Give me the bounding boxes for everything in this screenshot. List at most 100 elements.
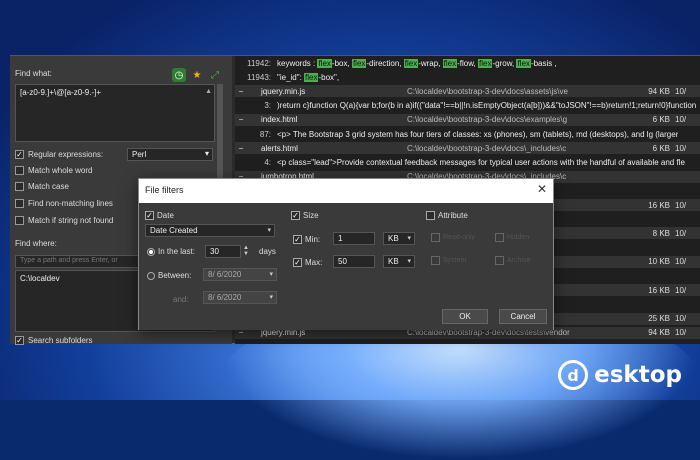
result-file-size: 10 KB: [648, 257, 670, 267]
result-file-date: 10/: [675, 86, 687, 96]
file-filters-dialog: File filters ✕ ✓ Date Date Created ▾ In …: [138, 178, 554, 330]
between-to-date[interactable]: 8/ 6/2020 ▾: [203, 291, 277, 304]
expand-icon[interactable]: ⤢: [208, 68, 222, 82]
max-checkbox[interactable]: ✓: [293, 258, 302, 267]
checkbox[interactable]: ✓: [15, 336, 24, 345]
result-match-row[interactable]: 11942: keywords : flex-box, flex-directio…: [235, 57, 700, 69]
result-file-size: 8 KB: [652, 228, 670, 238]
date-checkbox[interactable]: ✓: [145, 211, 154, 220]
attribute-system[interactable]: System: [431, 256, 466, 265]
size-label: Size: [303, 211, 319, 220]
min-unit-select[interactable]: KB ▾: [383, 232, 415, 245]
result-match-row[interactable]: 11943: "ie_id": flex-box",: [235, 71, 700, 83]
collapse-icon[interactable]: −: [235, 87, 247, 96]
dialog-body: ✓ Date Date Created ▾ In the last: 30 ▲ ▼…: [139, 203, 553, 330]
favorite-star-icon[interactable]: ★: [190, 68, 204, 82]
result-file-row[interactable]: − alerts.html C:\localdev\bootstrap-3-dev\…: [235, 142, 700, 155]
find-toolbar: ◷ ★ ⤢: [172, 68, 222, 82]
result-file-row[interactable]: − jquery.min.js C:\localdev\bootstrap-3-de…: [235, 85, 700, 98]
dialog-title: File filters: [145, 185, 184, 195]
result-file-size: 94 KB: [648, 328, 670, 338]
result-file-name: alerts.html: [261, 143, 298, 153]
size-filter-toggle[interactable]: ✓ Size: [291, 211, 319, 220]
checkbox[interactable]: [15, 182, 24, 191]
regex-engine-value: Perl: [132, 150, 147, 159]
in-last-unit: days: [259, 247, 276, 256]
between-from-date[interactable]: 8/ 6/2020 ▾: [203, 268, 277, 281]
result-file-name: index.html: [261, 115, 298, 125]
result-line-number: 4:: [264, 157, 271, 167]
checkbox[interactable]: [15, 199, 24, 208]
result-match-row[interactable]: 87: <p> The Bootstrap 3 grid system has f…: [235, 128, 700, 140]
search-subfolders-label: Search subfolders: [28, 336, 93, 345]
result-file-size: 25 KB: [648, 314, 670, 324]
date-type-value: Date Created: [150, 226, 198, 235]
max-size-toggle[interactable]: ✓ Max:: [293, 258, 322, 267]
date-type-select[interactable]: Date Created ▾: [145, 224, 275, 237]
search-subfolders-option[interactable]: ✓ Search subfolders: [15, 336, 92, 345]
regex-engine-select[interactable]: Perl ▾: [127, 148, 213, 161]
cancel-button[interactable]: Cancel: [499, 309, 547, 324]
checkbox[interactable]: [431, 233, 440, 242]
in-last-label: In the last:: [158, 247, 195, 256]
watermark-emblem: d: [558, 360, 589, 390]
radio-selected[interactable]: [147, 247, 155, 256]
min-size-input[interactable]: 1: [333, 232, 375, 245]
close-icon[interactable]: ✕: [537, 182, 547, 196]
collapse-icon[interactable]: −: [235, 115, 247, 124]
search-option-label: Match if string not found: [28, 216, 114, 225]
attribute-archive[interactable]: Archive: [495, 256, 530, 265]
result-file-row[interactable]: − index.html C:\localdev\bootstrap-3-dev\d…: [235, 113, 700, 126]
attribute-hidden[interactable]: Hidden: [495, 233, 529, 242]
radio-unselected[interactable]: [147, 271, 155, 280]
checkbox[interactable]: [15, 166, 24, 175]
attribute-hidden-label: Hidden: [507, 234, 530, 241]
match-highlight: flex: [351, 58, 367, 68]
search-option[interactable]: Match case: [15, 182, 69, 191]
between-radio[interactable]: Between:: [147, 271, 191, 280]
min-checkbox[interactable]: ✓: [293, 235, 302, 244]
in-last-value: 30: [210, 247, 219, 256]
max-size-input[interactable]: 50: [333, 255, 375, 268]
in-last-radio[interactable]: In the last:: [147, 247, 195, 256]
checkbox[interactable]: [495, 233, 504, 242]
in-last-stepper[interactable]: ▲ ▼: [243, 245, 249, 257]
checkbox[interactable]: [495, 256, 504, 265]
result-line-number: 87:: [259, 129, 271, 139]
result-match-row[interactable]: 3:)return c}function Q(a){var b;for(b in…: [235, 100, 700, 112]
match-highlight: flex: [516, 58, 531, 68]
size-checkbox[interactable]: ✓: [291, 211, 300, 220]
match-highlight: flex: [478, 58, 493, 68]
collapse-arrow-icon[interactable]: ▲: [205, 88, 212, 95]
result-file-size: 16 KB: [648, 200, 670, 210]
attribute-archive-label: Archive: [507, 257, 531, 264]
result-match-text: <p> The Bootstrap 3 grid system has four…: [277, 129, 679, 139]
search-option[interactable]: Find non-matching lines: [15, 199, 113, 208]
ok-button[interactable]: OK: [442, 309, 488, 324]
chevron-down-icon: ▾: [407, 235, 411, 242]
date-filter-toggle[interactable]: ✓ Date: [145, 211, 174, 220]
result-line-number: 3:: [264, 101, 271, 111]
result-file-size: 94 KB: [648, 86, 670, 96]
calendar-dropdown-icon: ▾: [269, 294, 273, 301]
result-match-row[interactable]: 4: <p class="lead">Provide contextual fee…: [235, 156, 700, 168]
checkbox[interactable]: ✓: [15, 150, 24, 159]
checkbox[interactable]: [431, 256, 440, 265]
attribute-filter-toggle[interactable]: Attribute: [426, 211, 468, 220]
in-last-input[interactable]: 30: [205, 245, 241, 258]
history-icon[interactable]: ◷: [172, 68, 186, 82]
find-what-input[interactable]: [a-z0-9.]+\@[a-z0-9.-]+ ▲: [15, 84, 215, 142]
between-from-value: 8/ 6/2020: [208, 270, 242, 279]
search-option[interactable]: ✓ Regular expressions:: [15, 150, 103, 159]
checkbox[interactable]: [15, 216, 24, 225]
find-what-label: Find what:: [15, 69, 52, 78]
max-unit-select[interactable]: KB ▾: [383, 255, 415, 268]
attribute-readonly[interactable]: Read-only: [431, 233, 475, 242]
collapse-icon[interactable]: −: [235, 144, 247, 153]
attribute-checkbox[interactable]: [426, 211, 435, 220]
search-option-label: Regular expressions:: [28, 150, 104, 159]
min-size-toggle[interactable]: ✓ Min:: [293, 235, 320, 244]
search-option[interactable]: Match whole word: [15, 166, 92, 175]
search-option[interactable]: Match if string not found: [15, 216, 113, 225]
result-file-date: 10/: [675, 285, 687, 295]
